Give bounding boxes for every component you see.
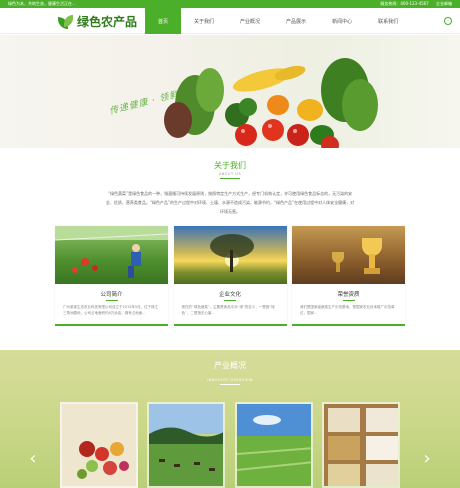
industry-overview-section: 产业概况 INDUSTRY OVERVIEW ‹ › bbox=[0, 350, 460, 488]
rice-terrace-photo[interactable] bbox=[234, 402, 313, 488]
logo-text: 绿色农产品 bbox=[77, 15, 138, 29]
sunset-tree-image bbox=[173, 226, 287, 284]
enterprise-mail-link[interactable]: 企业邮箱 bbox=[436, 1, 452, 6]
trophies-image bbox=[292, 226, 405, 284]
overview-title: 产业概况 bbox=[214, 361, 246, 370]
card-corporate-culture[interactable]: 企业文化 现在的“绿色蔬菜”，主要是食品中对“绿”的定义，一是指“绿色”，二是指… bbox=[173, 226, 287, 326]
vegetables-image bbox=[164, 58, 378, 148]
card-text: 广州某某生态农业科技有限公司成立于2015年5月，位于珠江三角洲腹地，公司占地面… bbox=[63, 305, 159, 315]
greenhouse-image bbox=[55, 226, 168, 284]
top-bar-text: 绿色为本，共筑生态，健康生活正在... bbox=[8, 1, 76, 6]
card-text: 现在的“绿色蔬菜”，主要是食品中对“绿”的定义，一是指“绿色”，二是指无公害..… bbox=[181, 305, 275, 315]
about-subtitle: ABOUT US bbox=[218, 172, 242, 176]
chevron-left-icon[interactable]: ‹ bbox=[28, 448, 38, 470]
nav-item-news[interactable]: 新闻中心 bbox=[319, 8, 365, 34]
card-text: 我们是国家级蔬菜生产示范基地，是国家农业技术推广示范单位，国家... bbox=[300, 305, 395, 315]
overview-carousel bbox=[60, 402, 400, 488]
about-intro: “绿色蔬菜”是绿色食品的一种，指遵循可持续发展原则，按照特定生产方式生产，经专门… bbox=[105, 191, 355, 214]
overview-subtitle: INDUSTRY OVERVIEW bbox=[207, 378, 253, 382]
card-honors[interactable]: 荣誉资质 我们是国家级蔬菜生产示范基地，是国家农业技术推广示范单位，国家... bbox=[292, 226, 405, 326]
chevron-right-icon[interactable]: › bbox=[422, 448, 432, 470]
search-icon[interactable] bbox=[444, 17, 452, 25]
title-divider bbox=[220, 178, 240, 179]
title-divider bbox=[220, 384, 240, 385]
grains-photo[interactable] bbox=[321, 402, 400, 488]
nav-item-contact[interactable]: 联系我们 bbox=[365, 8, 411, 34]
top-bar-right: 服务热线：400-123-4567 企业邮箱 bbox=[374, 0, 452, 8]
nav-item-industry[interactable]: 产业概况 bbox=[227, 8, 273, 34]
card-title: 企业文化 bbox=[218, 292, 241, 298]
hero-banner: 传递健康 · 领鲜一步 bbox=[0, 35, 460, 148]
card-title: 荣誉资质 bbox=[337, 292, 360, 298]
about-title: 关于我们 bbox=[214, 161, 246, 170]
about-cards: 公司简介 广州某某生态农业科技有限公司成立于2015年5月，位于珠江三角洲腹地，… bbox=[55, 226, 405, 326]
top-bar: 绿色为本，共筑生态，健康生活正在... 服务热线：400-123-4567 企业… bbox=[0, 0, 460, 8]
fruit-basket-photo[interactable] bbox=[60, 402, 138, 488]
nav-item-products[interactable]: 产品展示 bbox=[273, 8, 319, 34]
logo[interactable]: 绿色农产品 bbox=[58, 13, 137, 30]
about-section: 关于我们 ABOUT US “绿色蔬菜”是绿色食品的一种，指遵循可持续发展原则，… bbox=[0, 160, 460, 216]
card-title: 公司简介 bbox=[100, 292, 123, 298]
header: 绿色农产品 首页 关于我们 产业概况 产品展示 新闻中心 联系我们 bbox=[0, 8, 460, 34]
leaf-logo-icon bbox=[58, 14, 74, 29]
card-company-profile[interactable]: 公司简介 广州某某生态农业科技有限公司成立于2015年5月，位于珠江三角洲腹地，… bbox=[55, 226, 168, 326]
cattle-field-photo[interactable] bbox=[147, 402, 226, 488]
nav-item-home[interactable]: 首页 bbox=[145, 8, 182, 34]
main-nav: 首页 关于我们 产业概况 产品展示 新闻中心 联系我们 bbox=[145, 8, 411, 34]
nav-item-about[interactable]: 关于我们 bbox=[181, 8, 227, 34]
hotline-text: 服务热线：400-123-4567 bbox=[380, 1, 429, 6]
